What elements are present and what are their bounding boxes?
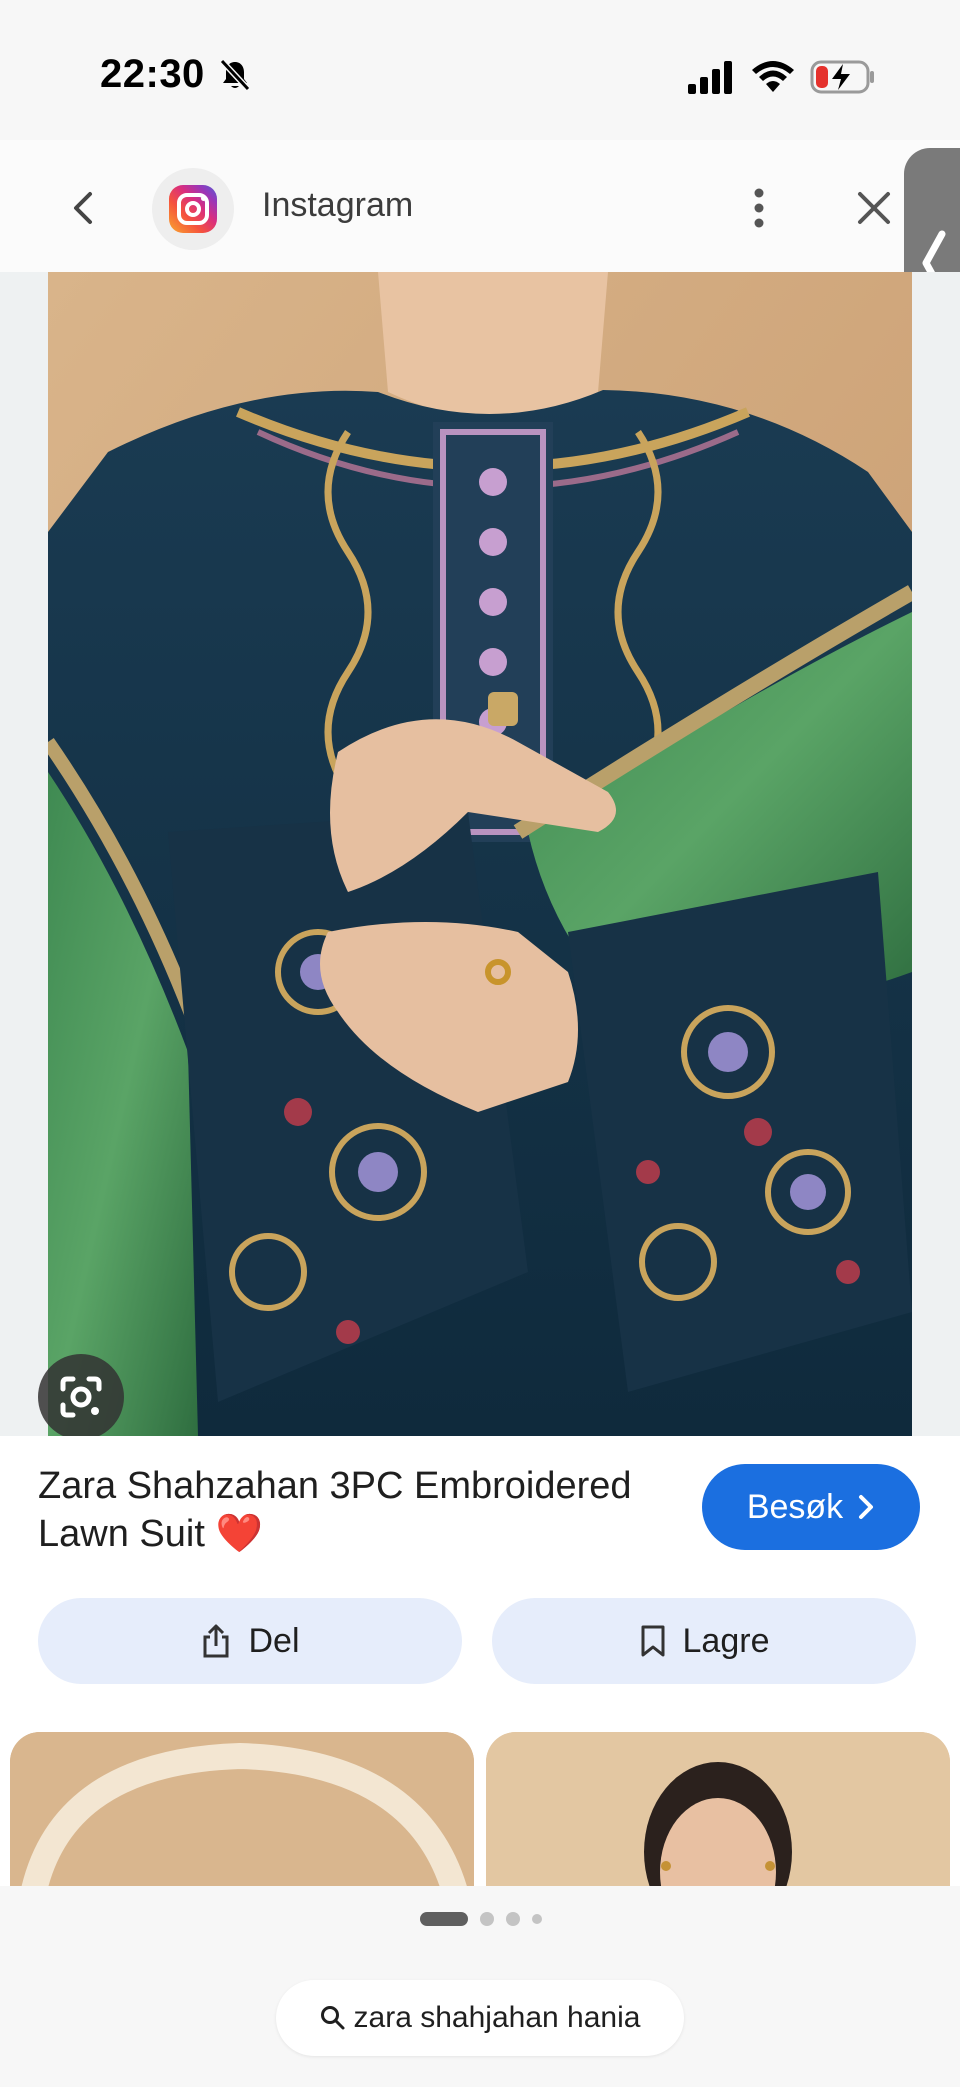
page-indicator (420, 1912, 542, 1926)
search-query-text: zara shahjahan hania (353, 2001, 641, 2034)
cellular-signal-icon (688, 61, 732, 94)
status-bar: 22:30 (0, 0, 960, 140)
instagram-logo[interactable] (152, 168, 234, 250)
page-dot (506, 1912, 520, 1926)
more-vert-icon[interactable] (744, 186, 774, 230)
share-button-label: Del (248, 1621, 300, 1660)
battery-charging-icon (810, 60, 874, 94)
save-button[interactable]: Lagre (492, 1598, 916, 1684)
wifi-icon (752, 61, 794, 92)
image-viewer (0, 272, 960, 1436)
related-result-image (486, 1732, 950, 1886)
save-button-label: Lagre (682, 1621, 770, 1660)
share-button[interactable]: Del (38, 1598, 462, 1684)
related-results (0, 1726, 960, 1886)
source-title[interactable]: Instagram (262, 186, 413, 225)
chevron-right-icon (859, 1495, 874, 1519)
page-dot (532, 1914, 542, 1924)
close-icon[interactable] (852, 186, 896, 230)
google-lens-icon (60, 1376, 102, 1418)
product-photo[interactable] (48, 272, 912, 1436)
bookmark-icon (641, 1625, 665, 1657)
visit-button[interactable]: Besøk (702, 1464, 920, 1550)
status-time: 22:30 (100, 52, 205, 96)
visit-button-label: Besøk (746, 1487, 844, 1526)
related-result-tile[interactable] (486, 1732, 950, 1886)
search-icon (320, 2006, 345, 2030)
page-dot (480, 1912, 494, 1926)
source-header: Instagram (0, 140, 960, 272)
page-dot-active (420, 1912, 468, 1926)
result-title[interactable]: Zara Shahzahan 3PC Embroidered Lawn Suit… (38, 1462, 678, 1558)
related-result-image (10, 1732, 474, 1886)
share-icon (203, 1624, 229, 1658)
bottom-sheet: zara shahjahan hania (0, 1886, 960, 2087)
result-details: Zara Shahzahan 3PC Embroidered Lawn Suit… (0, 1436, 960, 1726)
back-icon[interactable] (62, 186, 106, 230)
related-result-tile[interactable] (10, 1732, 474, 1886)
bell-muted-icon (219, 58, 251, 92)
google-lens-button[interactable] (38, 1354, 124, 1440)
instagram-logo-icon (169, 185, 217, 233)
product-photo-illustration (48, 272, 912, 1436)
search-query-chip[interactable]: zara shahjahan hania (276, 1980, 684, 2056)
